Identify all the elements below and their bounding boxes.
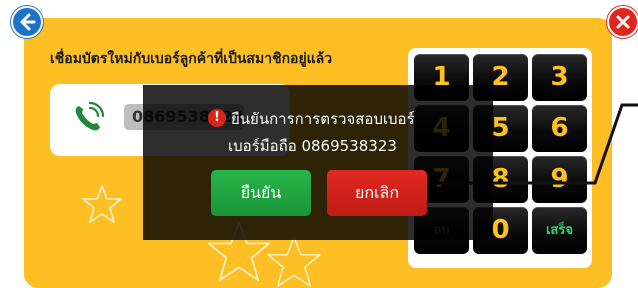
back-button[interactable]	[11, 6, 43, 38]
key-done[interactable]: เสร็จ	[532, 207, 587, 254]
page-title: เชื่อมบัตรใหม่กับเบอร์ลูกค้าที่เป็นสมาชิ…	[50, 51, 333, 67]
star-decoration	[267, 236, 321, 287]
cancel-button[interactable]: ยกเลิก	[327, 170, 427, 216]
close-icon	[616, 15, 630, 29]
dialog-title: ยืนยันการการตรวจสอบเบอร์	[231, 110, 415, 128]
close-button[interactable]	[607, 6, 638, 38]
key-3[interactable]: 3	[532, 54, 587, 101]
dialog-phone-line: เบอร์มือถือ 0869538323	[228, 137, 397, 155]
arrow-left-icon	[20, 13, 36, 31]
confirm-button[interactable]: ยืนยัน	[211, 170, 311, 216]
star-decoration	[82, 185, 122, 223]
warning-icon: !	[208, 109, 226, 127]
phone-icon	[75, 101, 105, 131]
